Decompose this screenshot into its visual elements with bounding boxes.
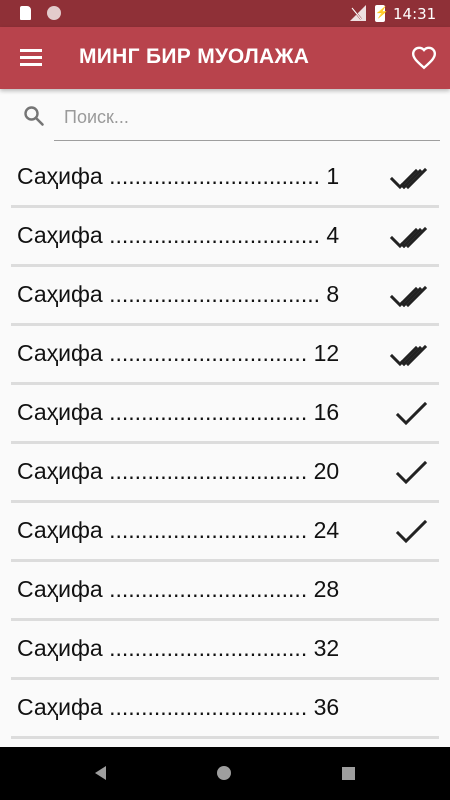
search-bar [22, 95, 440, 141]
double-check-icon [389, 344, 428, 367]
app-bar: МИНГ БИР МУОЛАЖА [0, 27, 450, 89]
list-item-label: Саҳифа ............................... 3… [17, 694, 340, 720]
list-item[interactable]: Саҳифа ............................... 3… [11, 621, 439, 680]
no-signal-icon [350, 5, 366, 21]
list-item-label: Саҳифа ............................... 2… [17, 458, 340, 484]
list-item[interactable]: Саҳифа ............................... 2… [11, 444, 439, 503]
check-icon [395, 401, 428, 426]
search-underline [54, 140, 440, 141]
list-item-label: Саҳифа ............................... 2… [17, 576, 340, 602]
double-check-icon [389, 226, 428, 249]
page-list: Саҳифа .................................… [11, 149, 439, 739]
search-icon [24, 106, 44, 126]
check-icon [395, 460, 428, 485]
list-item[interactable]: Саҳифа ............................... 1… [11, 385, 439, 444]
list-item-label: Саҳифа ............................... 1… [17, 399, 340, 425]
list-item-label: Саҳифа ............................... 2… [17, 517, 340, 543]
back-nav-icon[interactable] [95, 766, 106, 780]
list-item-label: Саҳифа .................................… [17, 163, 340, 189]
status-time: 14:31 [393, 5, 437, 23]
list-item[interactable]: Саҳифа ............................... 2… [11, 562, 439, 621]
search-input[interactable] [62, 101, 396, 133]
check-icon [395, 519, 428, 544]
list-item-label: Саҳифа ............................... 1… [17, 340, 340, 366]
status-bar: 14:31 [0, 0, 450, 27]
list-item-label: Саҳифа ............................... 3… [17, 635, 340, 661]
double-check-icon [389, 285, 428, 308]
battery-charging-icon [375, 5, 389, 22]
list-item[interactable]: Саҳифа ............................... 2… [11, 503, 439, 562]
list-item[interactable]: Саҳифа .................................… [11, 149, 439, 208]
list-item[interactable]: Саҳифа .................................… [11, 208, 439, 267]
list-item-label: Саҳифа .................................… [17, 281, 340, 307]
favorite-heart-icon[interactable] [411, 45, 437, 71]
app-title: МИНГ БИР МУОЛАЖА [79, 45, 310, 68]
sd-card-icon [20, 6, 31, 20]
double-check-icon [389, 167, 428, 190]
list-item-label: Саҳифа .................................… [17, 222, 340, 248]
list-item[interactable]: Саҳифа .................................… [11, 267, 439, 326]
navigation-bar [0, 747, 450, 800]
menu-icon[interactable] [20, 49, 42, 67]
list-item[interactable]: Саҳифа ............................... 3… [11, 680, 439, 739]
home-nav-icon[interactable] [217, 766, 231, 780]
recent-apps-nav-icon[interactable] [342, 767, 355, 780]
list-item[interactable]: Саҳифа ............................... 1… [11, 326, 439, 385]
notification-dot-icon [47, 6, 61, 20]
